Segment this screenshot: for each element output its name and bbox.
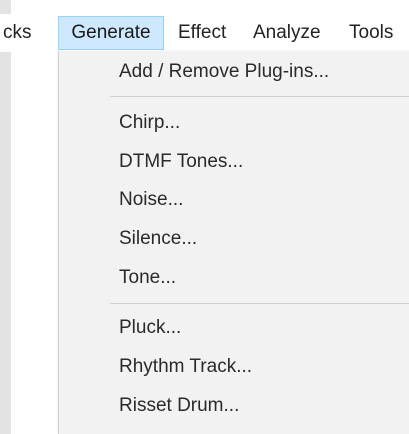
menu-item-silence[interactable]: Silence... bbox=[119, 224, 197, 254]
menubar-item-tracks[interactable]: cks bbox=[3, 17, 43, 49]
menu-item-rhythm-track[interactable]: Rhythm Track... bbox=[119, 352, 252, 382]
menu-separator bbox=[110, 303, 409, 304]
menubar-item-analyze[interactable]: Analyze bbox=[253, 17, 331, 49]
menu-item-risset-drum[interactable]: Risset Drum... bbox=[119, 391, 239, 421]
menu-item-add-remove-plugins[interactable]: Add / Remove Plug-ins... bbox=[119, 57, 329, 87]
menu-item-tone[interactable]: Tone... bbox=[119, 263, 176, 293]
window-edge bbox=[0, 0, 11, 434]
menubar-item-generate[interactable]: Generate bbox=[58, 16, 164, 50]
menu-item-dtmf-tones[interactable]: DTMF Tones... bbox=[119, 147, 243, 177]
generate-dropdown-menu: Add / Remove Plug-ins... Chirp... DTMF T… bbox=[58, 51, 409, 434]
menu-separator bbox=[110, 96, 409, 97]
menubar-item-tools[interactable]: Tools bbox=[349, 17, 404, 49]
menu-bar: cks Generate Effect Analyze Tools bbox=[0, 14, 409, 52]
app-window: cks Generate Effect Analyze Tools Add / … bbox=[0, 0, 409, 434]
menubar-item-effect[interactable]: Effect bbox=[178, 17, 238, 49]
menu-item-pluck[interactable]: Pluck... bbox=[119, 313, 181, 343]
menu-item-chirp[interactable]: Chirp... bbox=[119, 108, 180, 138]
menu-item-noise[interactable]: Noise... bbox=[119, 185, 183, 215]
